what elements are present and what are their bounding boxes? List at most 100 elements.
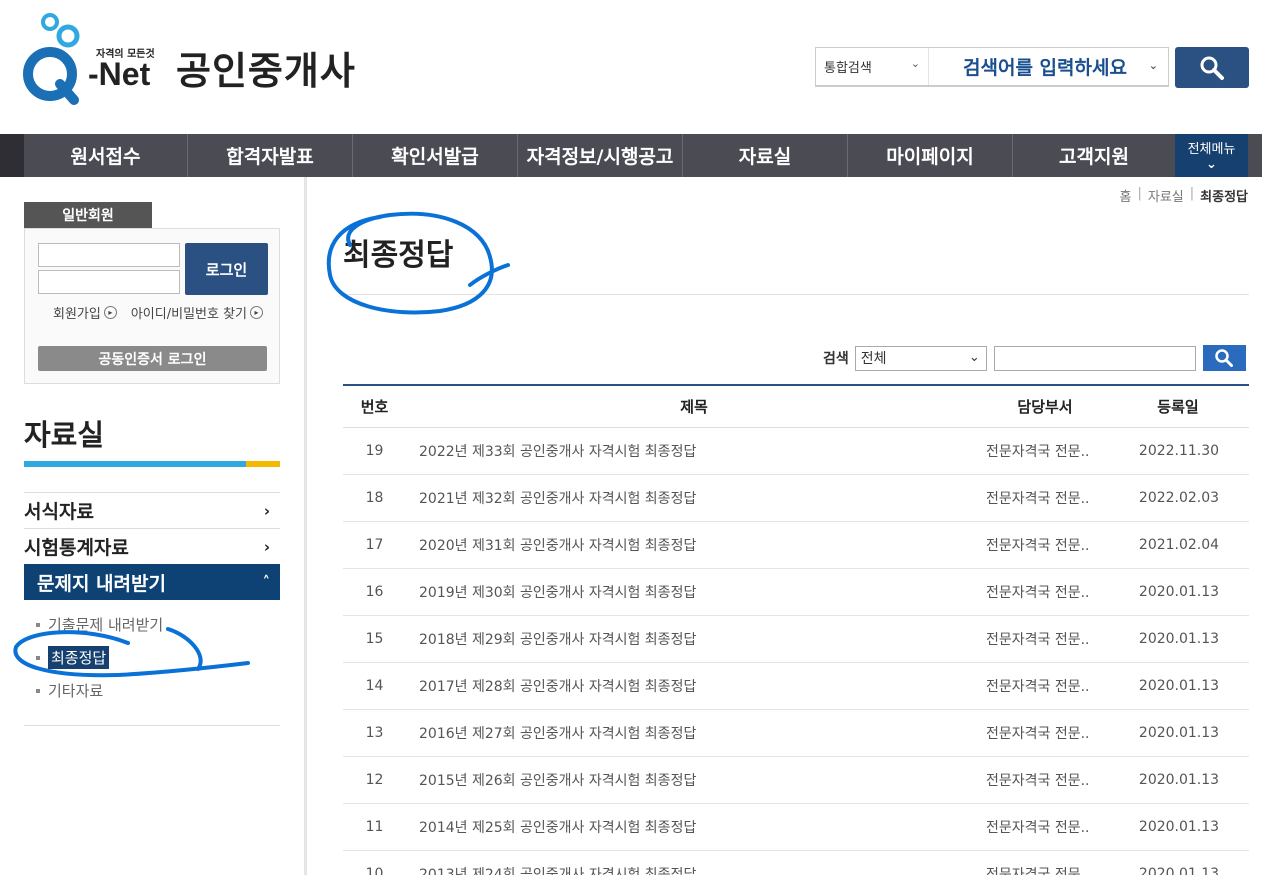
search-input[interactable]: 검색어를 입력하세요 ⌄: [929, 48, 1168, 85]
search-icon: [1200, 56, 1224, 80]
row-dept: 전문자격국 전문..: [986, 444, 1090, 460]
chevron-right-icon: ›: [263, 537, 270, 556]
lnb-menu: 서식자료 › 시험통계자료 › 문제지 내려받기 ˄ 기출문제 내려받기 최종정…: [24, 492, 280, 726]
row-dept: 전문자격국 전문..: [986, 820, 1090, 836]
row-title-link[interactable]: 2014년 제25회 공인중개사 자격시험 최종정답: [406, 817, 969, 837]
lnb-item-question-download[interactable]: 문제지 내려받기 ˄: [24, 564, 280, 600]
logo-text: -Net: [88, 56, 151, 92]
login-button[interactable]: 로그인: [185, 243, 268, 295]
row-title-link[interactable]: 2016년 제27회 공인중개사 자격시험 최종정답: [406, 723, 969, 743]
gnb-item-archive[interactable]: 자료실: [683, 134, 848, 177]
gnb-item-results[interactable]: 합격자발표: [188, 134, 353, 177]
password-input[interactable]: [38, 270, 180, 294]
join-link[interactable]: 회원가입 ▸: [53, 303, 117, 322]
chevron-down-icon: ⌄: [1148, 59, 1158, 72]
global-search: 통합검색 ⌄ 검색어를 입력하세요 ⌄: [815, 47, 1169, 87]
table-row[interactable]: 12 2015년 제26회 공인중개사 자격시험 최종정답 전문자격국 전문.. 20…: [343, 757, 1249, 804]
row-no: 17: [365, 537, 384, 553]
find-account-link[interactable]: 아이디/비밀번호 찾기 ▸: [131, 303, 263, 322]
chevron-up-icon: ˄: [262, 573, 271, 591]
board-filter: 검색 전체 ⌄: [823, 345, 1246, 371]
row-date: 2021.02.04: [1138, 537, 1220, 553]
member-tab[interactable]: 일반회원: [24, 202, 152, 228]
page-title: 최종정답: [343, 238, 454, 273]
header-dept: 담당부서: [1017, 398, 1073, 416]
row-title-link[interactable]: 2020년 제31회 공인중개사 자격시험 최종정답: [406, 535, 969, 555]
chevron-right-icon: ▸: [250, 306, 263, 319]
row-title-link[interactable]: 2022년 제33회 공인중개사 자격시험 최종정답: [406, 441, 969, 461]
row-date: 2022.02.03: [1138, 490, 1220, 506]
table-header: 번호 제목 담당부서 등록일: [343, 384, 1249, 428]
row-dept: 전문자격국 전문..: [986, 773, 1090, 789]
filter-search-button[interactable]: [1202, 345, 1246, 371]
row-no: 10: [365, 866, 384, 875]
login-box: 로그인 회원가입 ▸ 아이디/비밀번호 찾기 ▸ 공동인증서 로그인: [24, 228, 280, 384]
row-no: 15: [365, 631, 384, 647]
table-row[interactable]: 17 2020년 제31회 공인중개사 자격시험 최종정답 전문자격국 전문.. 20…: [343, 522, 1249, 569]
row-date: 2022.11.30: [1138, 443, 1220, 459]
row-title-link[interactable]: 2015년 제26회 공인중개사 자격시험 최종정답: [406, 770, 969, 790]
lnb-item-statistics[interactable]: 시험통계자료 ›: [24, 528, 280, 564]
chevron-right-icon: ▸: [103, 306, 117, 319]
row-date: 2020.01.13: [1138, 866, 1220, 875]
table-row[interactable]: 16 2019년 제30회 공인중개사 자격시험 최종정답 전문자격국 전문.. 20…: [343, 569, 1249, 616]
row-dept: 전문자격국 전문..: [986, 867, 1090, 875]
site-title[interactable]: 공인중개사: [176, 40, 356, 95]
row-dept: 전문자격국 전문..: [986, 491, 1090, 507]
row-title-link[interactable]: 2019년 제30회 공인중개사 자격시험 최종정답: [406, 582, 969, 602]
search-type-select[interactable]: 통합검색 ⌄: [816, 48, 929, 85]
chevron-right-icon: ›: [263, 501, 270, 520]
row-no: 16: [365, 584, 384, 600]
search-icon: [1215, 349, 1234, 367]
cert-login-button[interactable]: 공동인증서 로그인: [38, 346, 267, 371]
row-date: 2020.01.13: [1138, 631, 1220, 647]
table-row[interactable]: 18 2021년 제32회 공인중개사 자격시험 최종정답 전문자격국 전문.. 20…: [343, 475, 1249, 522]
gnb-item-certificate[interactable]: 확인서발급: [353, 134, 518, 177]
lnb-sub-other[interactable]: 기타자료: [36, 674, 280, 707]
row-date: 2020.01.13: [1138, 772, 1220, 788]
chevron-down-icon: ⌄: [910, 57, 920, 70]
lnb-item-forms[interactable]: 서식자료 ›: [24, 492, 280, 528]
table-row[interactable]: 14 2017년 제28회 공인중개사 자격시험 최종정답 전문자격국 전문.. 20…: [343, 663, 1249, 710]
table-row[interactable]: 10 2013년 제24회 공인중개사 자격시험 최종정답 전문자격국 전문.. 20…: [343, 851, 1249, 875]
table-row[interactable]: 11 2014년 제25회 공인중개사 자격시험 최종정답 전문자격국 전문.. 20…: [343, 804, 1249, 851]
table-row[interactable]: 15 2018년 제29회 공인중개사 자격시험 최종정답 전문자격국 전문.. 20…: [343, 616, 1249, 663]
row-dept: 전문자격국 전문..: [986, 726, 1090, 742]
gnb-item-application[interactable]: 원서접수: [24, 134, 188, 177]
header-no: 번호: [360, 398, 389, 416]
lnb-sub-past-questions[interactable]: 기출문제 내려받기: [36, 608, 280, 641]
row-date: 2020.01.13: [1138, 584, 1220, 600]
filter-search-input[interactable]: [993, 345, 1196, 371]
row-no: 19: [365, 443, 384, 459]
table-row[interactable]: 13 2016년 제27회 공인중개사 자격시험 최종정답 전문자격국 전문.. 20…: [343, 710, 1249, 757]
gnb-item-exam-info[interactable]: 자격정보/시행공고: [518, 134, 683, 177]
row-dept: 전문자격국 전문..: [986, 538, 1090, 554]
row-title-link[interactable]: 2021년 제32회 공인중개사 자격시험 최종정답: [406, 488, 969, 508]
id-input[interactable]: [38, 243, 180, 267]
search-button[interactable]: [1175, 47, 1249, 88]
row-no: 12: [365, 772, 384, 788]
lnb-submenu: 기출문제 내려받기 최종정답 기타자료: [24, 600, 280, 726]
row-dept: 전문자격국 전문..: [986, 632, 1090, 648]
row-title-link[interactable]: 2017년 제28회 공인중개사 자격시험 최종정답: [406, 676, 969, 696]
gnb-item-mypage[interactable]: 마이페이지: [848, 134, 1013, 177]
row-no: 11: [365, 819, 384, 835]
table-row[interactable]: 19 2022년 제33회 공인중개사 자격시험 최종정답 전문자격국 전문.. 20…: [343, 428, 1249, 475]
breadcrumb: 홈 | 자료실 | 최종정답: [1119, 186, 1248, 205]
header-date: 등록일: [1157, 398, 1199, 416]
filter-label: 검색: [823, 351, 849, 367]
row-date: 2020.01.13: [1138, 725, 1220, 741]
lnb-title: 자료실: [24, 418, 105, 452]
filter-select[interactable]: 전체 ⌄: [854, 345, 987, 371]
breadcrumb-current: 최종정답: [1200, 190, 1248, 205]
row-title-link[interactable]: 2018년 제29회 공인중개사 자격시험 최종정답: [406, 629, 969, 649]
global-nav: 원서접수 합격자발표 확인서발급 자격정보/시행공고 자료실 마이페이지 고객지…: [0, 134, 1262, 177]
gnb-item-support[interactable]: 고객지원: [1013, 134, 1175, 177]
row-title-link[interactable]: 2013년 제24회 공인중개사 자격시험 최종정답: [406, 864, 969, 875]
row-date: 2020.01.13: [1138, 819, 1220, 835]
row-dept: 전문자격국 전문..: [986, 585, 1090, 601]
all-menu-button[interactable]: 전체메뉴 ⌄: [1175, 134, 1248, 177]
lnb-sub-final-answers[interactable]: 최종정답: [36, 641, 280, 674]
breadcrumb-archive[interactable]: 자료실: [1148, 186, 1184, 205]
breadcrumb-home[interactable]: 홈: [1120, 186, 1132, 205]
